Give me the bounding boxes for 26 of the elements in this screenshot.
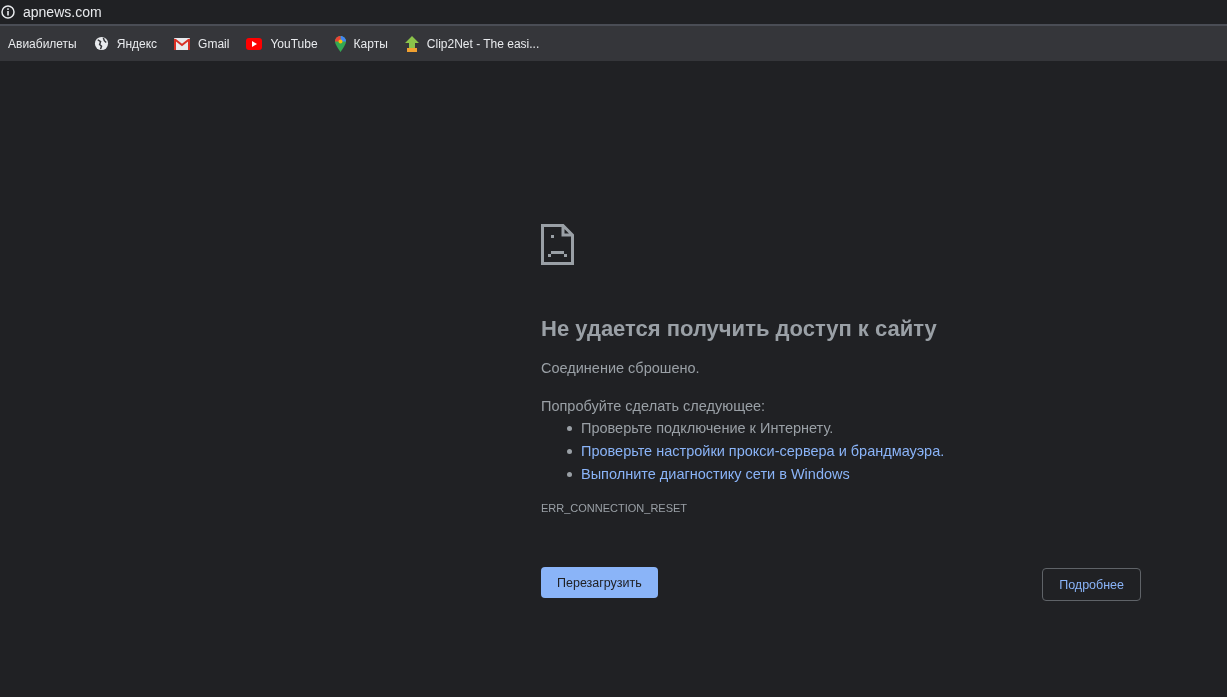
suggestions-heading: Попробуйте сделать следующее: — [541, 398, 766, 414]
url-text: apnews.com — [23, 4, 102, 20]
suggestion-text: Проверьте подключение к Интернету. — [581, 420, 834, 436]
bookmark[interactable]: Карты — [334, 35, 388, 52]
bookmark[interactable]: Clip2Net - The easi... — [404, 35, 540, 52]
error-message: Соединение сброшено. — [541, 360, 700, 376]
error-title: Не удается получить доступ к сайту — [541, 316, 937, 342]
error-code: ERR_CONNECTION_RESET — [541, 502, 688, 514]
globe-icon — [93, 36, 109, 51]
suggestion-link[interactable]: Проверьте настройки прокси-сервера и брандмауэра. — [581, 443, 945, 459]
play-icon — [246, 37, 263, 50]
bookmark[interactable]: Яндекс — [93, 36, 158, 51]
bookmark[interactable]: YouTube — [246, 36, 318, 51]
bookmark[interactable]: Авиабилеты — [8, 36, 77, 51]
details-button[interactable]: Подробнее — [1042, 568, 1141, 601]
up-arrow-icon — [404, 35, 419, 52]
mail-icon — [174, 37, 191, 50]
reload-button[interactable]: Перезагрузить — [541, 567, 658, 598]
suggestion-link[interactable]: Выполните диагностику сети в Windows — [581, 466, 850, 482]
sad-page-icon — [541, 224, 574, 265]
map-pin-icon — [334, 35, 346, 52]
bullet-icon — [567, 425, 572, 431]
bookmark[interactable]: Gmail — [174, 36, 230, 51]
info-icon[interactable] — [1, 5, 15, 19]
bullet-icon — [567, 448, 572, 454]
bullet-icon — [567, 471, 572, 477]
